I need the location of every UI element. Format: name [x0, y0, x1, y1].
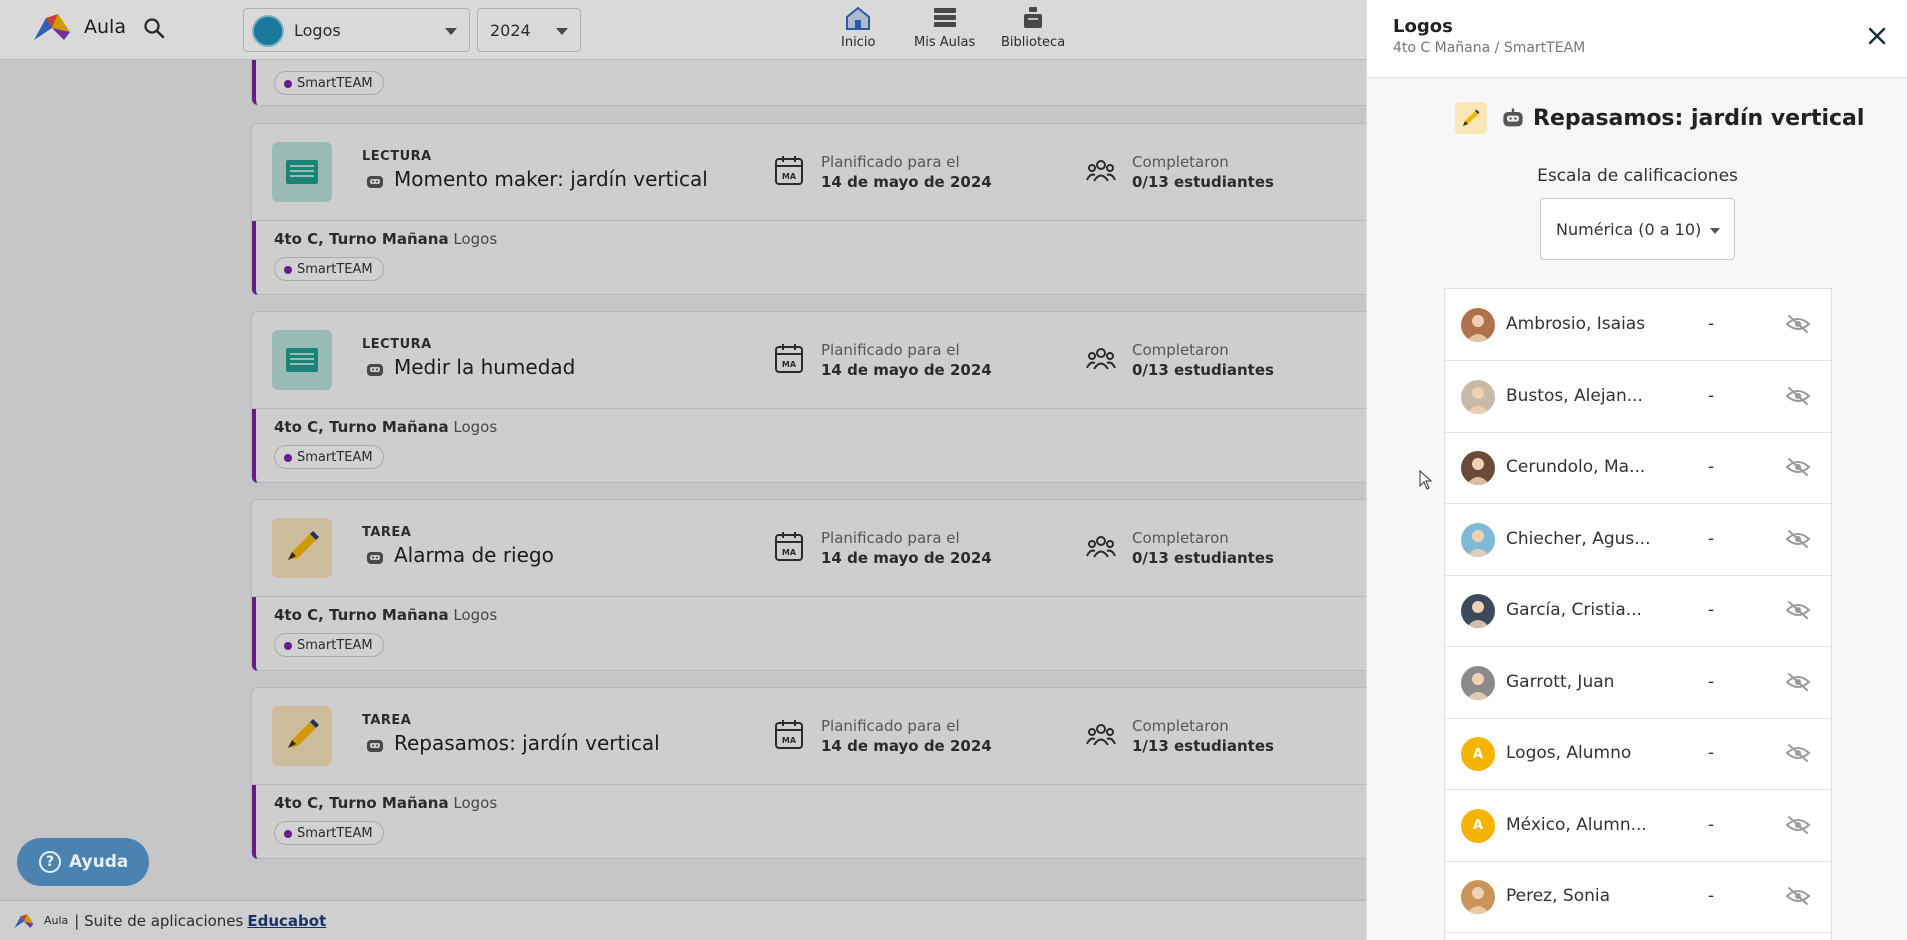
student-row[interactable]: Cerundolo, Ma... -: [1445, 432, 1831, 504]
activity-heading: Repasamos: jardín vertical: [1455, 102, 1864, 134]
chevron-down-icon: [1710, 228, 1720, 234]
student-row[interactable]: Garrott, Juan -: [1445, 647, 1831, 719]
hidden-eye-icon[interactable]: [1785, 743, 1811, 763]
help-label: Ayuda: [69, 852, 129, 872]
panel-subtitle: 4to C Mañana / SmartTEAM: [1393, 40, 1586, 56]
avatar: A: [1461, 737, 1495, 771]
mouse-cursor-icon: [1419, 470, 1433, 490]
help-icon: ?: [39, 851, 61, 873]
panel-activity-title: Repasamos: jardín vertical: [1533, 105, 1865, 131]
close-icon[interactable]: [1867, 26, 1887, 46]
robot-icon: [1503, 108, 1523, 127]
student-row[interactable]: Ambrosio, Isaias -: [1445, 289, 1831, 361]
pencil-icon: [1455, 102, 1487, 134]
hidden-eye-icon[interactable]: [1785, 386, 1811, 406]
student-row[interactable]: A Logos, Alumno -: [1445, 718, 1831, 790]
grading-scale-select[interactable]: Numérica (0 a 10): [1540, 198, 1735, 260]
hidden-eye-icon[interactable]: [1785, 886, 1811, 906]
student-name: México, Alumn...: [1506, 814, 1647, 835]
hidden-eye-icon[interactable]: [1785, 529, 1811, 549]
help-button[interactable]: ? Ayuda: [17, 838, 149, 886]
hidden-eye-icon[interactable]: [1785, 457, 1811, 477]
student-row[interactable]: Perez, Sonia -: [1445, 861, 1831, 933]
student-grade[interactable]: -: [1708, 815, 1714, 835]
student-row[interactable]: Chiecher, Agus... -: [1445, 504, 1831, 576]
grading-scale-value: Numérica (0 a 10): [1556, 219, 1702, 239]
student-row[interactable]: Bustos, Alejan... -: [1445, 361, 1831, 433]
hidden-eye-icon[interactable]: [1785, 672, 1811, 692]
panel-title: Logos: [1393, 16, 1453, 37]
avatar: [1461, 665, 1495, 700]
student-grade[interactable]: -: [1708, 600, 1714, 620]
student-list: Ambrosio, Isaias - Bustos, Alejan... - Cerun…: [1444, 288, 1832, 940]
hidden-eye-icon[interactable]: [1785, 314, 1811, 334]
avatar: [1461, 880, 1495, 914]
modal-backdrop[interactable]: [0, 0, 1366, 940]
student-grade[interactable]: -: [1708, 529, 1714, 549]
student-name: Perez, Sonia: [1506, 886, 1611, 906]
student-grade[interactable]: -: [1708, 743, 1714, 763]
panel-header: Logos 4to C Mañana / SmartTEAM: [1367, 0, 1907, 78]
student-grade[interactable]: -: [1708, 672, 1714, 692]
student-grade[interactable]: -: [1708, 457, 1714, 477]
avatar: [1461, 594, 1495, 628]
student-grade[interactable]: -: [1708, 386, 1714, 406]
student-row[interactable]: A México, Alumn... -: [1445, 790, 1831, 862]
avatar: [1461, 522, 1495, 557]
avatar: [1461, 451, 1495, 485]
avatar: [1461, 308, 1495, 342]
student-grade[interactable]: -: [1708, 314, 1714, 334]
hidden-eye-icon[interactable]: [1785, 600, 1811, 620]
student-name: Garrott, Juan: [1506, 671, 1615, 692]
student-name: Logos, Alumno: [1506, 743, 1632, 763]
scale-label: Escala de calificaciones: [1537, 166, 1738, 186]
student-name: Bustos, Alejan...: [1506, 385, 1643, 406]
student-name: Cerundolo, Ma...: [1506, 457, 1646, 477]
hidden-eye-icon[interactable]: [1785, 815, 1811, 835]
avatar: [1461, 379, 1495, 414]
student-name: García, Cristia...: [1506, 600, 1642, 620]
student-name: Ambrosio, Isaias: [1506, 314, 1646, 334]
student-row[interactable]: García, Cristia... -: [1445, 575, 1831, 647]
grading-panel: Logos 4to C Mañana / SmartTEAM Repasamos…: [1366, 0, 1907, 940]
avatar: A: [1461, 808, 1495, 843]
student-grade[interactable]: -: [1708, 886, 1714, 906]
student-name: Chiecher, Agus...: [1506, 528, 1651, 549]
